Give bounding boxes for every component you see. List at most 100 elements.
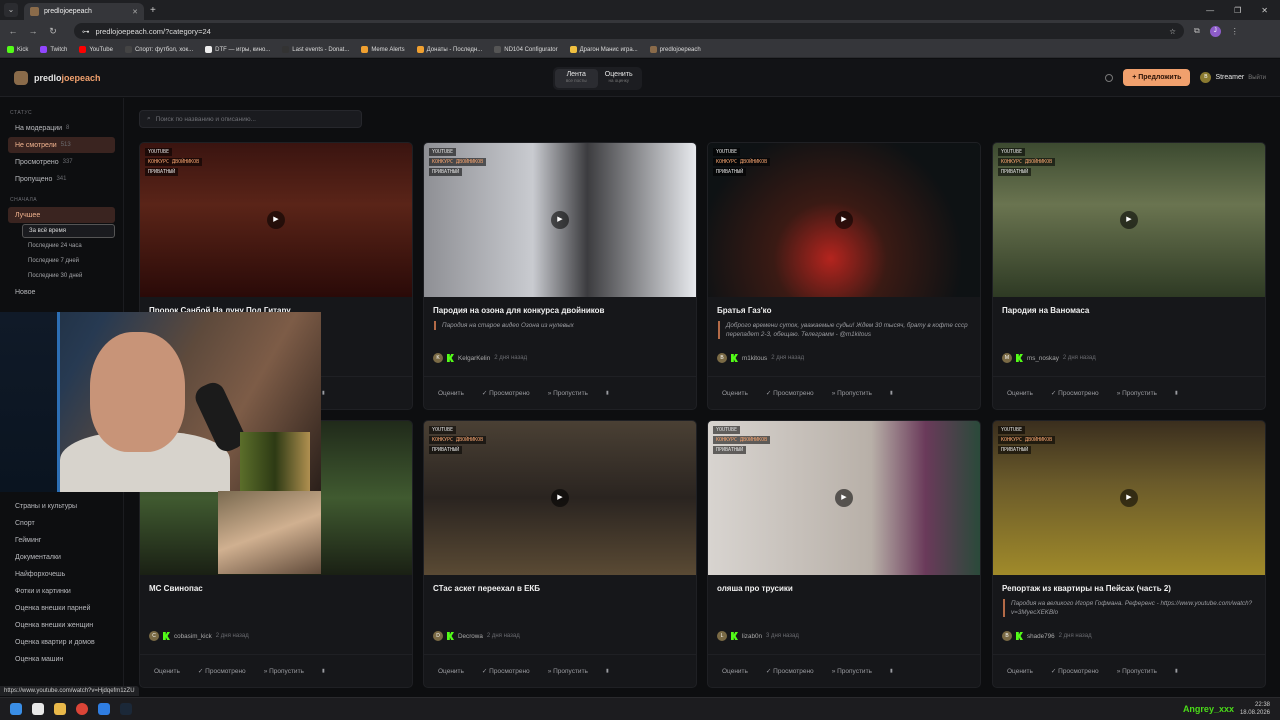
tab-search-icon[interactable]: ⌄ — [4, 3, 18, 17]
video-thumbnail[interactable]: YOUTUBE КОНКУРС ДВОЙНИКОВ ПРИВАТНЫЙ ▶ — [708, 421, 980, 575]
author-name[interactable]: lizab0n — [742, 633, 762, 640]
play-icon[interactable]: ▶ — [835, 211, 853, 229]
bookmark-item[interactable]: Kick — [7, 46, 28, 53]
category-item[interactable]: Страны и культуры — [8, 498, 95, 514]
new-tab-icon[interactable]: + — [150, 5, 156, 16]
pin-icon[interactable]: ▮ — [1169, 387, 1184, 399]
author-name[interactable]: KelgarKelin — [458, 355, 490, 362]
forward-icon[interactable]: → — [28, 26, 38, 36]
video-thumbnail[interactable]: YOUTUBE КОНКУРС ДВОЙНИКОВ ПРИВАТНЫЙ ▶ — [993, 143, 1265, 297]
bookmark-item[interactable]: YouTube — [79, 46, 113, 53]
bookmark-item[interactable]: Twitch — [40, 46, 67, 53]
post-card[interactable]: YOUTUBE КОНКУРС ДВОЙНИКОВ ПРИВАТНЫЙ ▶ Братья… — [707, 142, 981, 410]
author-name[interactable]: cobasim_kick — [174, 633, 212, 640]
author-name[interactable]: shade796 — [1027, 633, 1055, 640]
category-item[interactable]: Оценка квартир и домов — [8, 634, 95, 650]
menu-icon[interactable]: ⋮ — [1231, 27, 1239, 36]
watched-button[interactable]: ✓ Просмотрено — [760, 386, 820, 400]
browser-tab[interactable]: predlojoepeach ✕ — [24, 3, 144, 20]
watched-button[interactable]: ✓ Просмотрено — [476, 386, 536, 400]
bookmark-item[interactable]: Спорт: футбол, хок... — [124, 46, 193, 53]
search-input[interactable]: ⌕ Поиск по названию и описанию... — [139, 110, 362, 128]
category-item[interactable]: Оценка внешки женщин — [8, 617, 95, 633]
period-option[interactable]: Последние 24 часа — [22, 239, 115, 253]
video-thumbnail[interactable]: YOUTUBE КОНКУРС ДВОЙНИКОВ ПРИВАТНЫЙ ▶ — [424, 143, 696, 297]
skip-button[interactable]: » Пропустить — [542, 387, 594, 400]
bookmark-star-icon[interactable]: ☆ — [1169, 27, 1176, 36]
status-item[interactable]: На модерации 8 — [8, 120, 115, 136]
skip-button[interactable]: » Пропустить — [258, 665, 310, 678]
extensions-icon[interactable]: ⧉ — [1194, 26, 1200, 36]
period-option[interactable]: За всё время — [22, 224, 115, 238]
rate-button[interactable]: Оценить — [432, 387, 470, 400]
sort-new[interactable]: Новое — [8, 284, 115, 300]
play-icon[interactable]: ▶ — [267, 211, 285, 229]
play-icon[interactable]: ▶ — [551, 489, 569, 507]
post-card[interactable]: YOUTUBE КОНКУРС ДВОЙНИКОВ ПРИВАТНЫЙ ▶ Пароди… — [423, 142, 697, 410]
pin-icon[interactable]: ▮ — [316, 665, 331, 677]
start-icon[interactable] — [10, 703, 22, 715]
category-item[interactable]: Оценка внешки парней — [8, 600, 95, 616]
status-item[interactable]: Пропущено 341 — [8, 171, 115, 187]
category-item[interactable]: Гейминг — [8, 532, 95, 548]
folder-icon[interactable] — [54, 703, 66, 715]
site-info-icon[interactable]: ⊶ — [82, 27, 90, 36]
skip-button[interactable]: » Пропустить — [542, 665, 594, 678]
category-item[interactable]: Оценка машин — [8, 651, 95, 667]
play-icon[interactable]: ▶ — [551, 211, 569, 229]
theme-toggle-icon[interactable] — [1105, 73, 1114, 82]
reload-icon[interactable]: ↻ — [48, 26, 58, 37]
play-icon[interactable]: ▶ — [1120, 489, 1138, 507]
user-menu[interactable]: B Streamer Выйти — [1200, 72, 1266, 83]
chrome-icon[interactable] — [76, 703, 88, 715]
bookmark-item[interactable]: predlojoepeach — [649, 46, 701, 53]
post-card[interactable]: YOUTUBE КОНКУРС ДВОЙНИКОВ ПРИВАТНЫЙ ▶ Репорт… — [992, 420, 1266, 688]
skip-button[interactable]: » Пропустить — [1111, 665, 1163, 678]
pin-icon[interactable]: ▮ — [600, 665, 615, 677]
rate-button[interactable]: Оценить — [1001, 387, 1039, 400]
watched-button[interactable]: ✓ Просмотрено — [1045, 386, 1105, 400]
period-option[interactable]: Последние 30 дней — [22, 269, 115, 283]
video-thumbnail[interactable]: YOUTUBE КОНКУРС ДВОЙНИКОВ ПРИВАТНЫЙ ▶ — [708, 143, 980, 297]
skip-button[interactable]: » Пропустить — [1111, 387, 1163, 400]
category-item[interactable]: Фотки и картинки — [8, 583, 95, 599]
author-name[interactable]: m1kitous — [742, 355, 767, 362]
minimize-icon[interactable]: — — [1206, 6, 1214, 15]
video-thumbnail[interactable]: YOUTUBE КОНКУРС ДВОЙНИКОВ ПРИВАТНЫЙ ▶ — [140, 143, 412, 297]
post-card[interactable]: YOUTUBE КОНКУРС ДВОЙНИКОВ ПРИВАТНЫЙ ▶ оляша … — [707, 420, 981, 688]
brand-logo[interactable]: predlojoepeach — [14, 70, 101, 85]
period-option[interactable]: Последние 7 дней — [22, 254, 115, 268]
video-thumbnail[interactable]: YOUTUBE КОНКУРС ДВОЙНИКОВ ПРИВАТНЫЙ ▶ — [424, 421, 696, 575]
back-icon[interactable]: ← — [8, 26, 18, 36]
pin-icon[interactable]: ▮ — [600, 387, 615, 399]
category-item[interactable]: Найфорхочешь — [8, 566, 95, 582]
logout-link[interactable]: Выйти — [1248, 75, 1266, 81]
tab-feed[interactable]: Лента все посты — [555, 69, 598, 88]
tab-close-icon[interactable]: ✕ — [132, 8, 138, 16]
url-field[interactable]: ⊶ predlojoepeach.com/?category=24 ☆ — [74, 23, 1184, 39]
watched-button[interactable]: ✓ Просмотрено — [760, 664, 820, 678]
pin-icon[interactable]: ▮ — [1169, 665, 1184, 677]
bookmark-item[interactable]: Meme Alerts — [361, 46, 405, 53]
yandex-icon[interactable] — [32, 703, 44, 715]
steam-icon[interactable] — [120, 703, 132, 715]
rate-button[interactable]: Оценить — [716, 387, 754, 400]
sort-best[interactable]: Лучшее — [8, 207, 115, 223]
watched-button[interactable]: ✓ Просмотрено — [1045, 664, 1105, 678]
rate-button[interactable]: Оценить — [148, 665, 186, 678]
bookmark-item[interactable]: Донаты - Последн... — [416, 46, 482, 53]
app-icon[interactable] — [98, 703, 110, 715]
bookmark-item[interactable]: Драгон Манис игра... — [569, 46, 638, 53]
watched-button[interactable]: ✓ Просмотрено — [192, 664, 252, 678]
video-thumbnail[interactable]: YOUTUBE КОНКУРС ДВОЙНИКОВ ПРИВАТНЫЙ ▶ — [993, 421, 1265, 575]
post-card[interactable]: YOUTUBE КОНКУРС ДВОЙНИКОВ ПРИВАТНЫЙ ▶ СТас а… — [423, 420, 697, 688]
play-icon[interactable]: ▶ — [1120, 211, 1138, 229]
tab-rate[interactable]: Оценить на оценку — [598, 69, 641, 88]
play-icon[interactable]: ▶ — [835, 489, 853, 507]
status-item[interactable]: Просмотрено 337 — [8, 154, 115, 170]
category-item[interactable]: Документалки — [8, 549, 95, 565]
status-item[interactable]: Не смотрели 513 — [8, 137, 115, 153]
post-card[interactable]: YOUTUBE КОНКУРС ДВОЙНИКОВ ПРИВАТНЫЙ ▶ Пароди… — [992, 142, 1266, 410]
profile-avatar[interactable]: J — [1209, 25, 1221, 37]
skip-button[interactable]: » Пропустить — [826, 665, 878, 678]
